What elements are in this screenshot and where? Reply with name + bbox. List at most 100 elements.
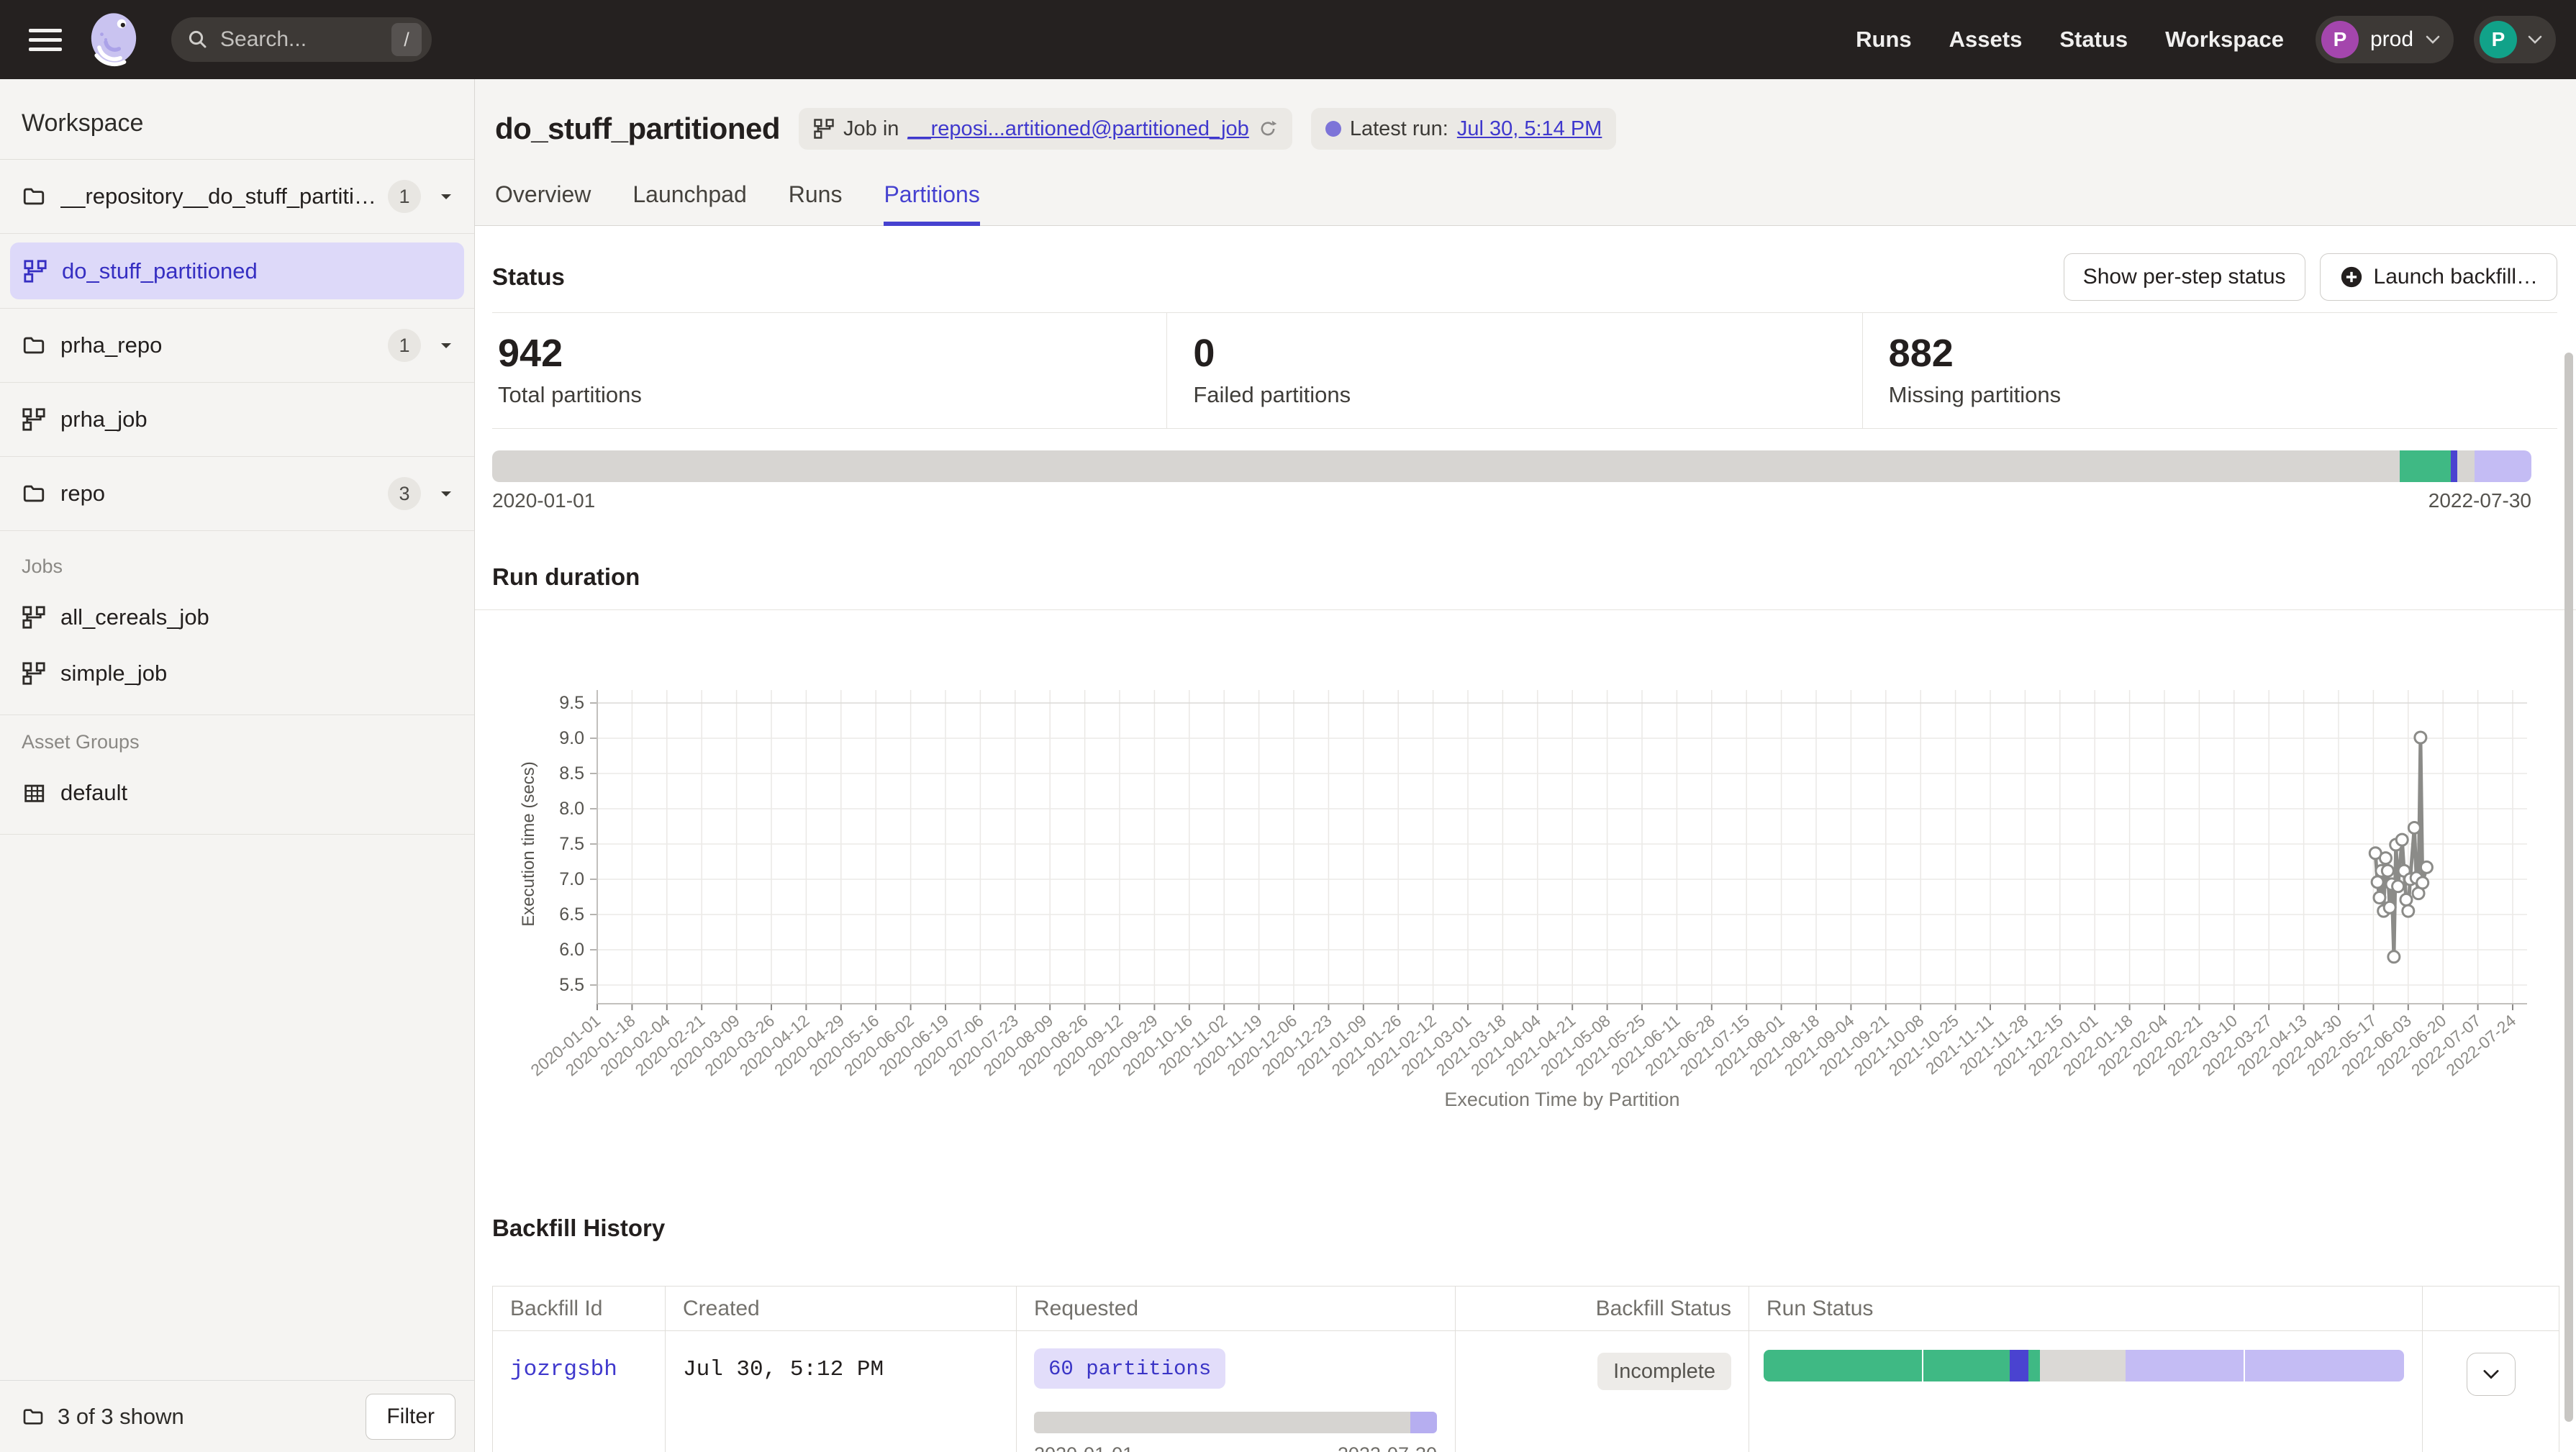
sidebar-item-label: prha_job <box>60 407 453 432</box>
job-origin-link[interactable]: __reposi...artitioned@partitioned_job <box>907 117 1248 141</box>
bar-segment <box>2010 1350 2029 1381</box>
stat-label: Missing partitions <box>1889 382 2557 408</box>
caret-down-icon[interactable] <box>440 341 453 350</box>
latest-run-badge: Latest run: Jul 30, 5:14 PM <box>1311 108 1617 150</box>
global-search[interactable]: / <box>171 17 432 62</box>
svg-text:5.5: 5.5 <box>559 975 584 995</box>
nav-link-assets[interactable]: Assets <box>1949 27 2023 53</box>
workspace-sidebar: Workspace __repository__do_stuff_partiti… <box>0 79 475 1452</box>
jobs-section-heading: Jobs <box>0 547 474 589</box>
chevron-down-icon <box>2425 35 2441 45</box>
stat-label: Total partitions <box>498 382 1166 408</box>
sidebar-item-prha-job[interactable]: prha_job <box>0 383 474 457</box>
filter-button[interactable]: Filter <box>366 1394 455 1440</box>
count-badge: 1 <box>388 329 421 362</box>
sidebar-item-label: default <box>60 780 127 806</box>
requested-range-end: 2022-07-30 <box>1338 1443 1437 1452</box>
caret-down-icon[interactable] <box>440 192 453 201</box>
user-menu[interactable]: P <box>2474 16 2556 63</box>
stat-value: 0 <box>1193 332 1861 375</box>
job-icon <box>22 605 46 630</box>
sidebar-item-simple-job[interactable]: simple_job <box>0 645 474 702</box>
sidebar-item-label: simple_job <box>60 661 167 686</box>
col-run-status: Run Status <box>1749 1287 2423 1331</box>
svg-text:7.5: 7.5 <box>559 834 584 854</box>
svg-text:6.0: 6.0 <box>559 940 584 960</box>
bar-segment <box>2245 1350 2404 1381</box>
col-backfill-id: Backfill Id <box>493 1287 666 1331</box>
requested-partitions-bar <box>1034 1412 1437 1433</box>
folder-icon <box>22 184 46 209</box>
search-input[interactable] <box>220 27 391 52</box>
sidebar-footer: 3 of 3 shown Filter <box>0 1380 474 1452</box>
bar-segment <box>2028 1350 2040 1381</box>
svg-text:Execution time (secs): Execution time (secs) <box>519 761 538 926</box>
hamburger-menu-icon[interactable] <box>29 23 62 57</box>
stat-total-partitions: 942 Total partitions <box>492 313 1167 428</box>
tab-partitions[interactable]: Partitions <box>884 181 979 225</box>
sidebar-item-label: all_cereals_job <box>60 604 209 630</box>
job-header: do_stuff_partitioned Job in __reposi...a… <box>475 79 2576 226</box>
sidebar-item-label: do_stuff_partitioned <box>62 258 258 284</box>
col-actions <box>2423 1287 2559 1331</box>
sidebar-item-repo[interactable]: repo 3 <box>0 457 474 531</box>
bar-segment <box>2451 450 2457 482</box>
refresh-icon[interactable] <box>1258 119 1278 139</box>
sidebar-item-label: repo <box>60 481 376 507</box>
stat-failed-partitions: 0 Failed partitions <box>1167 313 1862 428</box>
sidebar-item-all-cereals-job[interactable]: all_cereals_job <box>0 589 474 645</box>
backfill-status-badge: Incomplete <box>1597 1353 1731 1390</box>
sidebar-item-default-asset-group[interactable]: default <box>0 765 474 821</box>
bar-segment <box>492 450 2400 482</box>
col-requested: Requested <box>1017 1287 1456 1331</box>
sidebar-item-prha-repo[interactable]: prha_repo 1 <box>0 309 474 383</box>
nav-link-status[interactable]: Status <box>2059 27 2128 53</box>
svg-text:8.0: 8.0 <box>559 799 584 819</box>
backfill-history-heading: Backfill History <box>492 1214 2557 1243</box>
stat-value: 882 <box>1889 332 2557 375</box>
partition-stats: 942 Total partitions 0 Failed partitions… <box>492 312 2557 429</box>
asset-groups-section-heading: Asset Groups <box>0 722 474 765</box>
backfill-history-table: Backfill Id Created Requested Backfill S… <box>492 1286 2559 1452</box>
latest-run-label: Latest run: <box>1350 117 1448 141</box>
folder-icon <box>22 333 46 358</box>
vertical-scrollbar[interactable] <box>2564 353 2573 1422</box>
nav-link-runs[interactable]: Runs <box>1856 27 1912 53</box>
job-origin-prefix: Job in <box>843 117 899 141</box>
table-row: jozrgsbh Jul 30, 5:12 PM 60 partitions 2… <box>493 1331 2559 1452</box>
run-duration-chart[interactable]: 2020-01-012020-01-182020-02-042020-02-21… <box>509 690 2539 1122</box>
deployment-switcher[interactable]: P prod <box>2316 16 2454 63</box>
nav-link-workspace[interactable]: Workspace <box>2165 27 2284 53</box>
latest-run-link[interactable]: Jul 30, 5:14 PM <box>1457 117 1602 141</box>
partitions-panel: Status Show per-step status Launch backf… <box>475 226 2576 1452</box>
chevron-down-icon <box>2482 1369 2500 1380</box>
run-status-bar[interactable] <box>1764 1350 2404 1381</box>
sidebar-item-repository-do-stuff[interactable]: __repository__do_stuff_partitio... 1 <box>0 160 474 234</box>
stat-missing-partitions: 882 Missing partitions <box>1863 313 2557 428</box>
col-created: Created <box>666 1287 1017 1331</box>
folder-icon <box>22 481 46 506</box>
requested-partitions-pill[interactable]: 60 partitions <box>1034 1348 1225 1389</box>
show-per-step-status-button[interactable]: Show per-step status <box>2064 253 2305 301</box>
count-badge: 3 <box>388 477 421 510</box>
tab-overview[interactable]: Overview <box>495 181 591 225</box>
backfill-created: Jul 30, 5:12 PM <box>666 1331 1017 1452</box>
sidebar-item-do-stuff-partitioned[interactable]: do_stuff_partitioned <box>10 242 464 299</box>
dagster-logo-icon[interactable] <box>82 8 145 71</box>
deployment-label: prod <box>2370 27 2413 52</box>
plus-circle-icon <box>2339 265 2364 289</box>
bar-segment <box>2126 1350 2244 1381</box>
run-duration-heading: Run duration <box>492 563 2557 591</box>
requested-range-start: 2020-01-01 <box>1034 1443 1133 1452</box>
deployment-avatar: P <box>2321 21 2359 58</box>
expand-row-button[interactable] <box>2467 1353 2516 1396</box>
tab-runs[interactable]: Runs <box>789 181 843 225</box>
run-status-dot <box>1325 121 1341 137</box>
status-section-heading: Status <box>492 263 565 291</box>
job-icon <box>23 259 47 283</box>
backfill-id-link[interactable]: jozrgsbh <box>510 1357 617 1382</box>
partition-status-bar[interactable] <box>492 450 2531 482</box>
launch-backfill-button[interactable]: Launch backfill… <box>2320 253 2557 301</box>
caret-down-icon[interactable] <box>440 489 453 498</box>
tab-launchpad[interactable]: Launchpad <box>632 181 746 225</box>
